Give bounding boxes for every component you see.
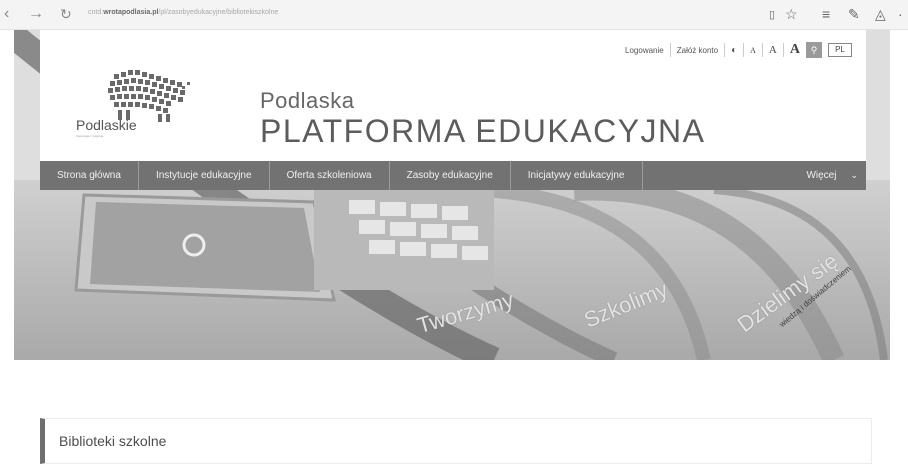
refresh-icon[interactable]: ↻	[60, 6, 72, 23]
nav-item-educational-resources[interactable]: Zasoby edukacyjne	[390, 161, 511, 190]
contrast-icon[interactable]: ◐	[731, 45, 737, 56]
url-host: wrotapodlasia.pl	[103, 9, 159, 16]
smartphone-image	[74, 193, 336, 302]
nav-item-institutions[interactable]: Instytucje edukacyjne	[139, 161, 270, 190]
section-header: Biblioteki szkolne	[40, 418, 872, 464]
more-icon[interactable]: ·	[898, 6, 903, 22]
register-link[interactable]: Załóż konto	[677, 46, 718, 55]
font-size-small-button[interactable]: A	[750, 46, 756, 55]
site-title-line2: PLATFORMA EDUKACYJNA	[260, 113, 706, 149]
nav-item-home[interactable]: Strona główna	[40, 161, 139, 190]
favorite-star-icon[interactable]: ☆	[785, 6, 798, 23]
top-links-bar: Logowanie Załóż konto ◐ A A A ⚲ PL	[625, 42, 852, 58]
browser-toolbar: ‹ → ↻ cntd.wrotapodlasia.pl/pl/zasobyedu…	[0, 0, 908, 30]
font-size-medium-button[interactable]: A	[769, 44, 777, 56]
logo[interactable]: Podlaskie Fascynuje i Inspiruje	[74, 68, 234, 148]
main-navigation: Strona główna Instytucje edukacyjne Ofer…	[40, 161, 866, 190]
separator	[669, 43, 671, 57]
forward-arrow-icon[interactable]: →	[28, 5, 44, 23]
chevron-down-icon: ⌄	[850, 170, 858, 180]
back-icon[interactable]: ‹	[4, 5, 9, 23]
site-container: Logowanie Załóż konto ◐ A A A ⚲ PL Podla…	[14, 30, 890, 360]
url-path: /pl/zasobyedukacyjne/bibliotekiszkolne	[158, 9, 279, 16]
url-prefix: cntd.	[88, 9, 104, 16]
site-header: Logowanie Załóż konto ◐ A A A ⚲ PL Podla…	[40, 30, 866, 161]
separator	[743, 43, 745, 57]
site-title-line1: Podlaska	[260, 88, 355, 113]
login-link[interactable]: Logowanie	[625, 46, 664, 55]
address-bar[interactable]: cntd.wrotapodlasia.pl/pl/zasobyedukacyjn…	[88, 9, 278, 16]
search-icon[interactable]: ⚲	[806, 42, 822, 58]
web-note-icon[interactable]: ✎	[848, 6, 860, 23]
nav-more-button[interactable]: Więcej ⌄	[790, 161, 866, 190]
reading-view-icon[interactable]: ▯	[769, 8, 775, 21]
nav-item-educational-initiatives[interactable]: Inicjatywy edukacyjne	[511, 161, 643, 190]
font-size-large-button[interactable]: A	[790, 42, 800, 58]
nav-item-training-offer[interactable]: Oferta szkoleniowa	[270, 161, 390, 190]
logo-text: Podlaskie	[76, 117, 137, 133]
keyboard-image	[314, 190, 494, 290]
nav-more-label: Więcej	[806, 170, 837, 181]
separator	[724, 43, 726, 57]
language-button[interactable]: PL	[828, 43, 852, 57]
separator	[782, 43, 784, 57]
hub-icon[interactable]: ≡	[822, 6, 830, 22]
separator	[761, 43, 763, 57]
share-icon[interactable]: ◬	[875, 6, 886, 23]
logo-subtext: Fascynuje i Inspiruje	[76, 134, 104, 138]
page-title: Biblioteki szkolne	[59, 433, 167, 449]
